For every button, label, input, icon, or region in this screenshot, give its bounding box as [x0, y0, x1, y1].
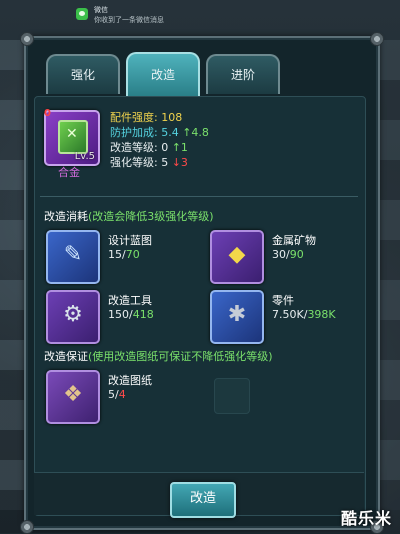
stat-modify-delta: ↑1	[171, 141, 188, 154]
guarantee-have: 5	[108, 388, 115, 401]
ore-glyph: ◆	[228, 242, 246, 267]
material-have: 15	[108, 248, 122, 261]
background-right-edge	[378, 40, 400, 510]
tab-bar: 强化 改造 进阶	[46, 52, 366, 96]
material-name: 设计蓝图	[108, 234, 152, 247]
wechat-icon	[76, 8, 88, 20]
tab-advance[interactable]: 进阶	[206, 54, 280, 94]
item-quantity: 0	[44, 108, 51, 119]
tool-icon[interactable]: ⚙	[46, 290, 100, 344]
guarantee-label: 改造保证	[44, 350, 88, 363]
material-need: 90	[289, 248, 304, 261]
material-need: 418	[132, 308, 154, 321]
parts-icon[interactable]: ✱	[210, 290, 264, 344]
stat-enhance-value: 5	[161, 156, 169, 169]
panel-corner-bolt-icon	[370, 32, 384, 46]
item-name: 合金	[58, 166, 80, 179]
scroll-icon[interactable]: ❖	[46, 370, 100, 424]
material-count: 7.50K/398K	[272, 308, 336, 321]
empty-slot[interactable]	[214, 378, 250, 414]
material-count: 150/418	[108, 308, 154, 321]
stat-enhance-level: 强化等级: 5 ↓3	[110, 155, 209, 170]
material-need: 398K	[307, 308, 336, 321]
stat-modify-level: 改造等级: 0 ↑1	[110, 140, 209, 155]
panel-corner-bolt-icon	[20, 32, 34, 46]
blueprint-glyph: ✎	[63, 242, 83, 267]
item-stats: 配件强度: 108 防护加成: 5.4 ↑4.8 改造等级: 0 ↑1 强化等级…	[110, 110, 209, 170]
stat-modify-value: 0	[161, 141, 169, 154]
material-count: 15/70	[108, 248, 140, 261]
material-name: 改造工具	[108, 294, 152, 307]
scroll-glyph: ❖	[63, 382, 83, 407]
cost-section-title: 改造消耗(改造会降低3级强化等级)	[44, 208, 214, 224]
stat-strength-value: 108	[161, 111, 183, 124]
divider	[40, 196, 358, 197]
material-count: 30/90	[272, 248, 304, 261]
guarantee-item-name: 改造图纸	[108, 374, 152, 387]
alloy-armor-icon[interactable]: 0 Lv.5	[44, 108, 100, 166]
background-left-edge	[0, 40, 24, 510]
stat-enhance-label: 强化等级:	[110, 156, 158, 169]
modify-button[interactable]: 改造	[170, 482, 236, 518]
stat-defense-value: 5.4	[161, 126, 179, 139]
item-info: 0 Lv.5 合金 配件强度: 108 防护加成: 5.4 ↑4.8 改造等级:…	[40, 102, 360, 192]
guarantee-note: (使用改造图纸可保证不降低强化等级)	[88, 350, 273, 363]
tab-enhance[interactable]: 强化	[46, 54, 120, 94]
material-have: 7.50K	[272, 308, 304, 321]
material-need: 70	[125, 248, 140, 261]
blueprint-icon[interactable]: ✎	[46, 230, 100, 284]
metal-ore-icon[interactable]: ◆	[210, 230, 264, 284]
stat-strength: 配件强度: 108	[110, 110, 209, 125]
panel-corner-bolt-icon	[20, 520, 34, 534]
stat-enhance-delta: ↓3	[171, 156, 188, 169]
guarantee-section-title: 改造保证(使用改造图纸可保证不降低强化等级)	[44, 348, 273, 364]
guarantee-need: 4	[118, 388, 126, 401]
material-name: 零件	[272, 294, 294, 307]
stat-strength-label: 配件强度:	[110, 111, 158, 124]
watermark: 酷乐米	[340, 509, 392, 528]
armor-plate-icon	[58, 120, 88, 154]
wechat-notification[interactable]: 微信 你收到了一条微信消息	[70, 4, 330, 26]
material-have: 150	[108, 308, 129, 321]
notification-message: 你收到了一条微信消息	[94, 16, 164, 24]
material-name: 金属矿物	[272, 234, 316, 247]
stat-defense-label: 防护加成:	[110, 126, 158, 139]
stat-modify-label: 改造等级:	[110, 141, 158, 154]
cost-label: 改造消耗	[44, 210, 88, 223]
tab-modify[interactable]: 改造	[126, 52, 200, 96]
parts-glyph: ✱	[227, 302, 247, 327]
notification-app: 微信	[94, 6, 108, 14]
stat-defense-delta: ↑4.8	[182, 126, 209, 139]
material-have: 30	[272, 248, 286, 261]
guarantee-item-count: 5/4	[108, 388, 126, 401]
item-level: Lv.5	[74, 151, 95, 162]
stat-defense: 防护加成: 5.4 ↑4.8	[110, 125, 209, 140]
cost-note: (改造会降低3级强化等级)	[88, 210, 214, 223]
tool-glyph: ⚙	[63, 302, 83, 327]
